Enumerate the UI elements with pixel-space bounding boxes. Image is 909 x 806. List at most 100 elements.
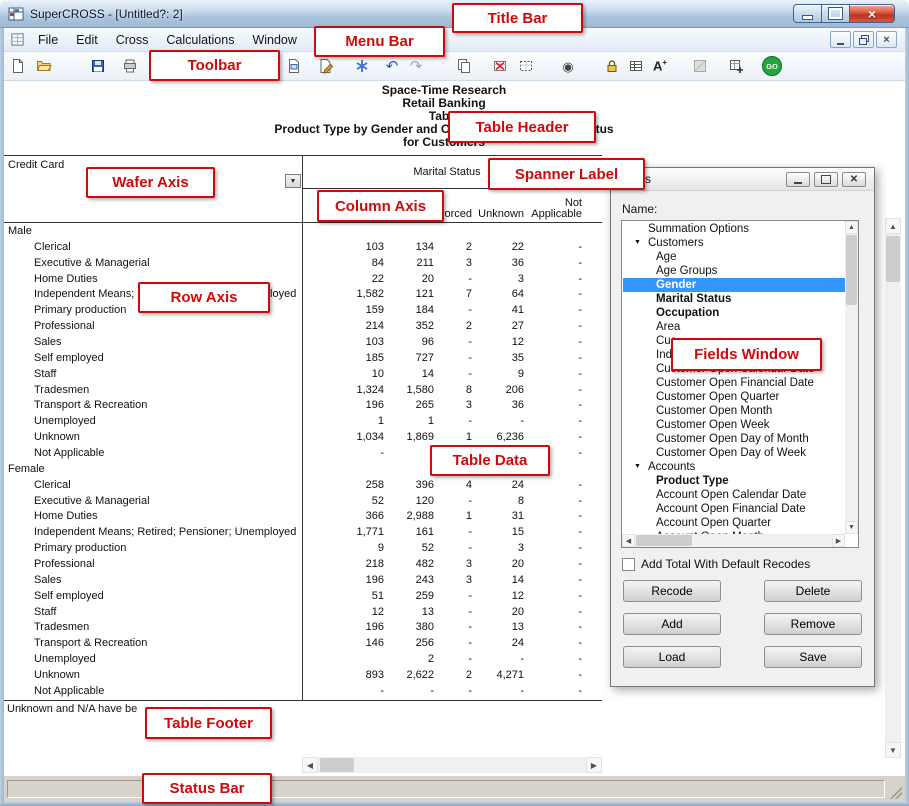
menu-item-edit[interactable]: Edit (67, 31, 107, 49)
scroll-left-icon[interactable]: ◀ (622, 534, 635, 547)
field-item[interactable]: Age Groups (623, 264, 845, 278)
annotate-button[interactable] (282, 54, 306, 78)
menu-item-cross[interactable]: Cross (107, 31, 158, 49)
document-icon[interactable] (10, 32, 25, 47)
mdi-close-button[interactable]: × (876, 31, 897, 48)
menu-item-calculations[interactable]: Calculations (157, 31, 243, 49)
row-label[interactable]: Transport & Recreation (4, 636, 302, 652)
vertical-scrollbar[interactable]: ▲ ▼ (885, 218, 901, 758)
mdi-restore-button[interactable] (853, 31, 874, 48)
field-item[interactable]: Product Type (623, 474, 845, 488)
chart-button[interactable] (688, 54, 712, 78)
load-button[interactable]: Load (623, 646, 721, 668)
scroll-right-icon[interactable]: ▶ (832, 534, 845, 547)
menu-item-window[interactable]: Window (243, 31, 305, 49)
redo-button[interactable]: ↷ (404, 54, 428, 78)
delete-button[interactable]: Delete (764, 580, 862, 602)
fields-close-button[interactable]: ✕ (842, 172, 866, 187)
scroll-down-icon[interactable]: ▼ (845, 521, 858, 534)
field-item[interactable]: Account Open Calendar Date (623, 488, 845, 502)
row-label[interactable]: Tradesmen (4, 620, 302, 636)
field-item[interactable]: Customer Open Month (623, 404, 845, 418)
horizontal-scrollbar[interactable]: ◀ ▶ (302, 757, 602, 773)
row-label[interactable]: Unemployed (4, 414, 302, 430)
column-header[interactable]: Not Applicable (530, 198, 588, 222)
copy-button[interactable] (452, 54, 476, 78)
row-label[interactable]: Executive & Managerial (4, 256, 302, 272)
field-item[interactable]: Account Open Quarter (623, 516, 845, 530)
scroll-up-icon[interactable]: ▲ (845, 221, 858, 234)
row-label[interactable]: Unemployed (4, 652, 302, 668)
row-label[interactable]: Clerical (4, 478, 302, 494)
row-label[interactable]: Unknown (4, 430, 302, 446)
row-label[interactable]: Self employed (4, 589, 302, 605)
field-item[interactable]: Age (623, 250, 845, 264)
fields-vertical-scrollbar[interactable]: ▲ ▼ (845, 221, 858, 534)
row-label[interactable]: Professional (4, 557, 302, 573)
row-label[interactable]: Not Applicable (4, 684, 302, 700)
undo-button[interactable]: ↶ (380, 54, 404, 78)
field-item[interactable]: Marital Status (623, 292, 845, 306)
font-size-button[interactable]: A+ (648, 54, 672, 78)
field-item[interactable]: Account Open Financial Date (623, 502, 845, 516)
row-label[interactable]: Primary production (4, 541, 302, 557)
field-item[interactable]: Customer Open Financial Date (623, 376, 845, 390)
row-label[interactable]: Staff (4, 367, 302, 383)
row-label[interactable]: Unknown (4, 668, 302, 684)
menu-item-file[interactable]: File (29, 31, 67, 49)
field-item[interactable]: Summation Options (623, 222, 845, 236)
column-header[interactable]: Unknown (478, 208, 530, 222)
fields-vertical-scroll-thumb[interactable] (846, 235, 857, 305)
derivation-button[interactable] (350, 54, 374, 78)
edit-button[interactable] (314, 54, 338, 78)
row-label[interactable]: Clerical (4, 240, 302, 256)
row-label[interactable]: Male (4, 224, 302, 240)
expander-icon[interactable]: ▼ (634, 460, 641, 474)
row-label[interactable]: Home Duties (4, 509, 302, 525)
field-item[interactable]: Gender (623, 278, 845, 292)
mdi-minimize-button[interactable] (830, 31, 851, 48)
row-label[interactable]: Female (4, 462, 302, 478)
add-button[interactable]: Add (623, 613, 721, 635)
row-label[interactable]: Transport & Recreation (4, 398, 302, 414)
close-button[interactable]: × (850, 4, 895, 23)
scroll-up-icon[interactable]: ▲ (885, 218, 901, 234)
new-table-button[interactable] (724, 54, 748, 78)
fields-horizontal-scroll-thumb[interactable] (636, 535, 692, 546)
minimize-button[interactable] (793, 4, 822, 23)
field-item[interactable]: Occupation (623, 306, 845, 320)
field-item[interactable]: ▼Customers (623, 236, 845, 250)
field-item[interactable]: Customer Open Week (623, 418, 845, 432)
select-table-button[interactable] (514, 54, 538, 78)
resize-grip-icon[interactable] (890, 787, 902, 799)
row-label[interactable]: Sales (4, 573, 302, 589)
new-document-button[interactable] (6, 54, 30, 78)
row-label[interactable]: Self employed (4, 351, 302, 367)
fields-horizontal-scrollbar[interactable]: ◀ ▶ (622, 534, 845, 547)
row-label[interactable]: Sales (4, 335, 302, 351)
row-label[interactable]: Professional (4, 319, 302, 335)
fields-maximize-button[interactable] (814, 172, 838, 187)
scroll-left-icon[interactable]: ◀ (302, 757, 318, 773)
table-properties-button[interactable] (624, 54, 648, 78)
wafer-dropdown-button[interactable]: ▼ (285, 174, 301, 188)
save-button[interactable]: Save (764, 646, 862, 668)
row-label[interactable]: Independent Means; Retired; Pensioner; U… (4, 525, 302, 541)
open-button[interactable] (32, 54, 56, 78)
row-label[interactable]: Executive & Managerial (4, 494, 302, 510)
column-header[interactable]: Divorced (440, 208, 478, 222)
save-button[interactable] (86, 54, 110, 78)
checkbox-icon[interactable] (622, 558, 635, 571)
delete-table-button[interactable] (488, 54, 512, 78)
vertical-scroll-thumb[interactable] (886, 236, 900, 282)
field-item[interactable]: Customer Open Day of Week (623, 446, 845, 460)
maximize-button[interactable] (822, 4, 850, 23)
go-button[interactable]: GO (760, 54, 784, 78)
horizontal-scroll-thumb[interactable] (320, 758, 354, 772)
wafer-axis-label[interactable]: Credit Card (8, 159, 64, 171)
add-total-checkbox[interactable]: Add Total With Default Recodes (622, 557, 810, 571)
fields-minimize-button[interactable] (786, 172, 810, 187)
remove-button[interactable]: Remove (764, 613, 862, 635)
scroll-down-icon[interactable]: ▼ (885, 742, 901, 758)
row-label[interactable]: Not Applicable (4, 446, 302, 462)
